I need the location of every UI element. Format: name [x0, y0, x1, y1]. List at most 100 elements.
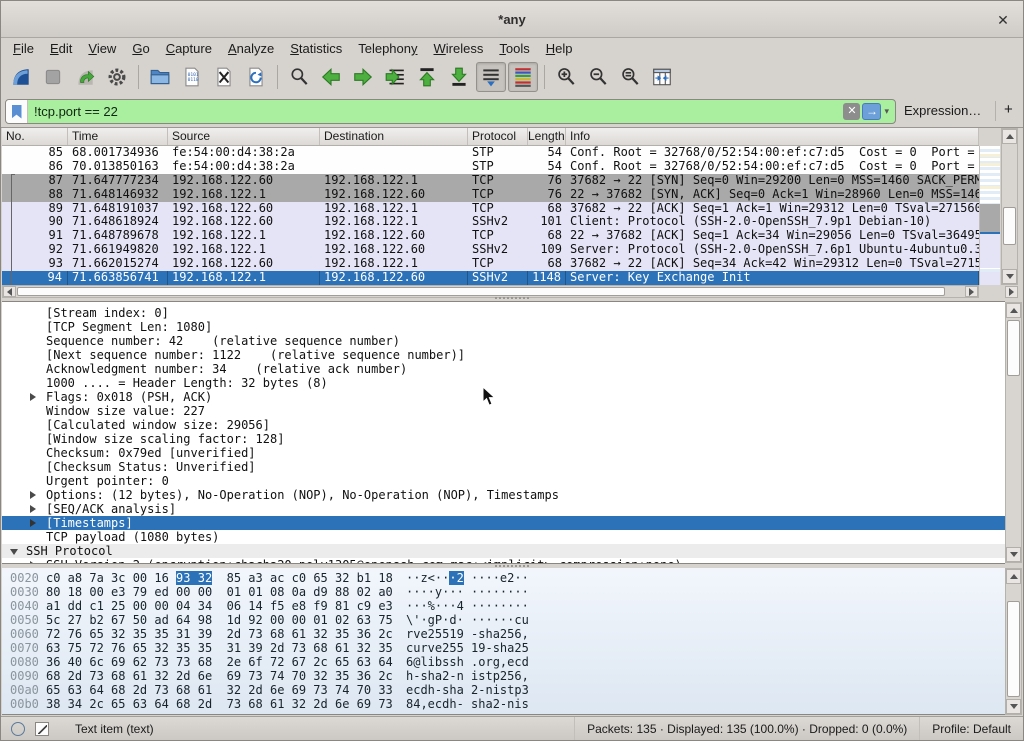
hex-bytes[interactable]: 36 40 6c 69 62 73 73 68 2e 6f 72 67 2c 6… — [46, 655, 406, 669]
details-vscrollbar[interactable] — [1005, 302, 1022, 563]
hex-bytes[interactable]: 72 76 65 32 35 35 31 39 2d 73 68 61 32 3… — [46, 627, 406, 641]
detail-line[interactable]: Sequence number: 42 (relative sequence n… — [2, 334, 1005, 348]
packet-row-93[interactable]: 9371.662015274192.168.122.60192.168.122.… — [2, 257, 979, 271]
colorize-icon[interactable] — [508, 62, 538, 92]
detail-line[interactable]: Flags: 0x018 (PSH, ACK) — [2, 390, 1005, 404]
scroll-up-icon[interactable] — [1006, 569, 1021, 584]
scroll-thumb[interactable] — [1007, 601, 1020, 697]
apply-filter-icon[interactable]: → — [862, 103, 881, 120]
hex-ascii[interactable]: ····y··· ········ — [406, 585, 529, 599]
menu-wireless[interactable]: Wireless — [426, 40, 492, 57]
restart-capture-icon[interactable] — [70, 62, 100, 92]
hex-bytes[interactable]: 38 34 2c 65 63 64 68 2d 73 68 61 32 2d 6… — [46, 697, 406, 711]
detail-line[interactable]: [Checksum Status: Unverified] — [2, 460, 1005, 474]
detail-line[interactable]: Checksum: 0x79ed [unverified] — [2, 446, 1005, 460]
bytes-vscrollbar[interactable] — [1005, 568, 1022, 715]
hex-bytes[interactable]: a1 dd c1 25 00 00 04 34 06 14 f5 e8 f9 8… — [46, 599, 406, 613]
open-file-icon[interactable] — [145, 62, 175, 92]
hex-bytes[interactable]: 5c 27 b2 67 50 ad 64 98 1d 92 00 00 01 0… — [46, 613, 406, 627]
scroll-down-icon[interactable] — [1002, 269, 1017, 284]
stop-capture-icon[interactable] — [38, 62, 68, 92]
reload-file-icon[interactable] — [241, 62, 271, 92]
detail-line[interactable]: 1000 .... = Header Length: 32 bytes (8) — [2, 376, 1005, 390]
capture-options-icon[interactable] — [102, 62, 132, 92]
packet-row-91[interactable]: 9171.648789678192.168.122.1192.168.122.6… — [2, 229, 979, 243]
scroll-thumb[interactable] — [1007, 320, 1020, 376]
packet-row-86[interactable]: 8670.013850163fe:54:00:d4:38:2aSTP54Conf… — [2, 160, 979, 174]
detail-line[interactable]: [Next sequence number: 1122 (relative se… — [2, 348, 1005, 362]
status-profile[interactable]: Profile: Default — [919, 717, 1023, 740]
filter-history-dropdown-icon[interactable]: ▾ — [884, 106, 889, 117]
hex-ascii[interactable]: ···%···4 ········ — [406, 599, 529, 613]
detail-line[interactable]: Acknowledgment number: 34 (relative ack … — [2, 362, 1005, 376]
menu-help[interactable]: Help — [538, 40, 581, 57]
column-header-info[interactable]: Info — [566, 128, 979, 145]
packet-row-85[interactable]: 8568.001734936fe:54:00:d4:38:2aSTP54Conf… — [2, 146, 979, 160]
go-to-packet-icon[interactable] — [380, 62, 410, 92]
zoom-out-icon[interactable] — [583, 62, 613, 92]
go-forward-icon[interactable] — [348, 62, 378, 92]
detail-line[interactable]: [TCP Segment Len: 1080] — [2, 320, 1005, 334]
start-capture-icon[interactable] — [6, 62, 36, 92]
detail-line[interactable]: [Stream index: 0] — [2, 306, 1005, 320]
go-back-icon[interactable] — [316, 62, 346, 92]
menu-file[interactable]: File — [5, 40, 42, 57]
detail-line[interactable]: [SEQ/ACK analysis] — [2, 502, 1005, 516]
save-file-icon[interactable]: 01010110 — [177, 62, 207, 92]
hex-row[interactable]: 00b038 34 2c 65 63 64 68 2d 73 68 61 32 … — [2, 697, 1005, 711]
expert-info-icon[interactable] — [11, 722, 25, 736]
packet-list-vscrollbar[interactable] — [1001, 128, 1018, 285]
detail-line[interactable]: TCP payload (1080 bytes) — [2, 530, 1005, 544]
scroll-up-icon[interactable] — [1006, 303, 1021, 318]
detail-line[interactable]: [Calculated window size: 29056] — [2, 418, 1005, 432]
column-header-time[interactable]: Time — [68, 128, 168, 145]
column-header-source[interactable]: Source — [168, 128, 320, 145]
hex-ascii[interactable]: rve25519 -sha256, — [406, 627, 529, 641]
packet-row-92[interactable]: 9271.661949820192.168.122.1192.168.122.6… — [2, 243, 979, 257]
hex-row[interactable]: 006072 76 65 32 35 35 31 39 2d 73 68 61 … — [2, 627, 1005, 641]
clear-filter-icon[interactable]: ✕ — [843, 103, 860, 120]
menu-analyze[interactable]: Analyze — [220, 40, 282, 57]
scroll-down-icon[interactable] — [1006, 547, 1021, 562]
hex-ascii[interactable]: \'·gP·d· ······cu — [406, 613, 529, 627]
packet-row-90[interactable]: 9071.648618924192.168.122.60192.168.122.… — [2, 215, 979, 229]
display-filter-input[interactable]: !tcp.port == 22 ✕ → ▾ — [5, 99, 896, 124]
expand-icon[interactable] — [30, 519, 40, 527]
find-packet-icon[interactable] — [284, 62, 314, 92]
pane-splitter[interactable] — [1, 296, 1023, 300]
hex-bytes[interactable]: c0 a8 7a 3c 00 16 93 32 85 a3 ac c0 65 3… — [46, 571, 406, 585]
scroll-up-icon[interactable] — [1002, 129, 1017, 144]
hex-ascii[interactable]: ··z<···2 ····e2·· — [406, 571, 529, 585]
scroll-down-icon[interactable] — [1006, 699, 1021, 714]
detail-line[interactable]: Options: (12 bytes), No-Operation (NOP),… — [2, 488, 1005, 502]
go-bottom-icon[interactable] — [444, 62, 474, 92]
menu-telephony[interactable]: Telephony — [350, 40, 425, 57]
hex-row[interactable]: 00505c 27 b2 67 50 ad 64 98 1d 92 00 00 … — [2, 613, 1005, 627]
expression-button[interactable]: Expression… — [904, 103, 981, 118]
close-window-icon[interactable]: ✕ — [993, 10, 1013, 30]
resize-columns-icon[interactable] — [647, 62, 677, 92]
filter-bookmark-button[interactable] — [6, 100, 28, 123]
detail-line[interactable]: Window size value: 227 — [2, 404, 1005, 418]
capture-comment-icon[interactable] — [35, 722, 49, 736]
hex-ascii[interactable]: ecdh-sha 2-nistp3 — [406, 683, 529, 697]
hex-ascii[interactable]: 6@libssh .org,ecd — [406, 655, 529, 669]
scroll-thumb[interactable] — [1003, 207, 1016, 245]
hex-row[interactable]: 00a065 63 64 68 2d 73 68 61 32 2d 6e 69 … — [2, 683, 1005, 697]
hex-bytes[interactable]: 80 18 00 e3 79 ed 00 00 01 01 08 0a d9 8… — [46, 585, 406, 599]
menu-edit[interactable]: Edit — [42, 40, 80, 57]
hex-row[interactable]: 003080 18 00 e3 79 ed 00 00 01 01 08 0a … — [2, 585, 1005, 599]
menu-tools[interactable]: Tools — [491, 40, 537, 57]
packet-row-87[interactable]: 8771.647777234192.168.122.60192.168.122.… — [2, 174, 979, 188]
hex-row[interactable]: 007063 75 72 76 65 32 35 35 31 39 2d 73 … — [2, 641, 1005, 655]
detail-line[interactable]: [Window size scaling factor: 128] — [2, 432, 1005, 446]
hex-bytes[interactable]: 65 63 64 68 2d 73 68 61 32 2d 6e 69 73 7… — [46, 683, 406, 697]
column-header-length[interactable]: Length — [528, 128, 566, 145]
hex-row[interactable]: 009068 2d 73 68 61 32 2d 6e 69 73 74 70 … — [2, 669, 1005, 683]
menu-capture[interactable]: Capture — [158, 40, 220, 57]
column-header-protocol[interactable]: Protocol — [468, 128, 528, 145]
menu-view[interactable]: View — [80, 40, 124, 57]
menu-statistics[interactable]: Statistics — [282, 40, 350, 57]
hex-bytes[interactable]: 63 75 72 76 65 32 35 35 31 39 2d 73 68 6… — [46, 641, 406, 655]
expand-icon[interactable] — [30, 505, 40, 513]
